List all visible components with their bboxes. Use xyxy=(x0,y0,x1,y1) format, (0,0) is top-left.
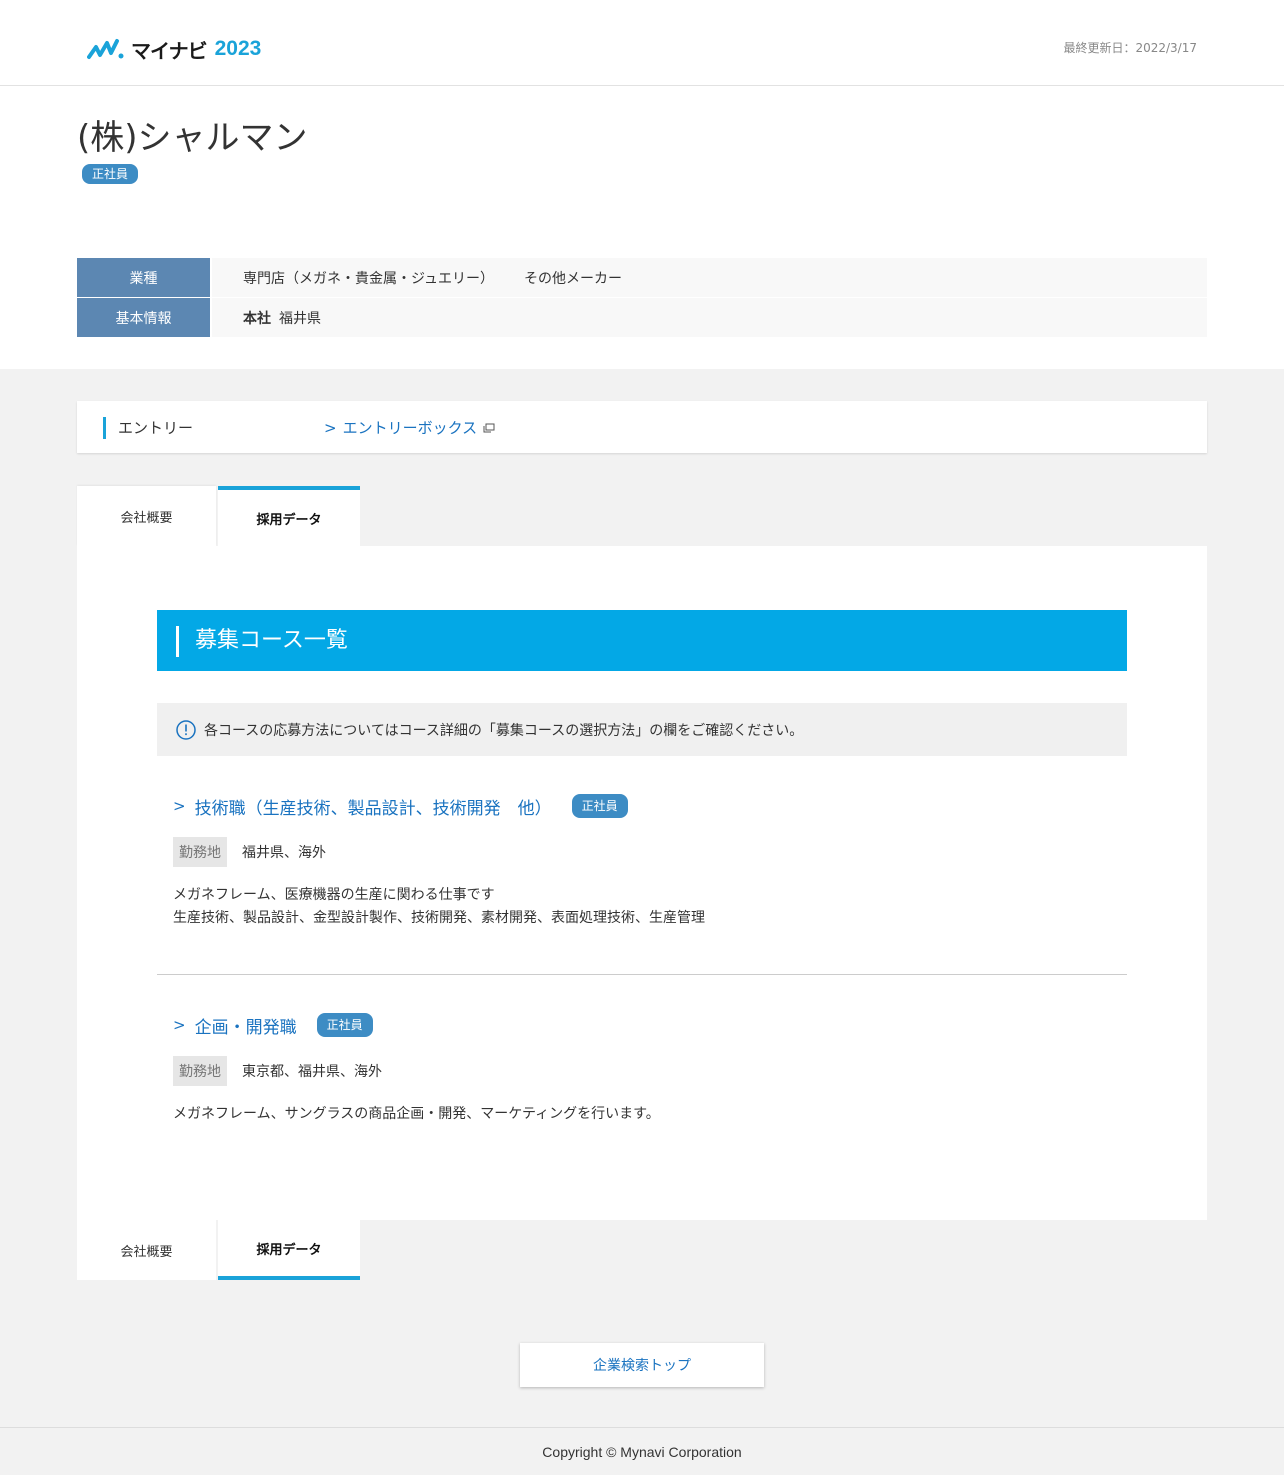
info-value: 本社 福井県 xyxy=(212,298,1207,337)
footer-copyright: Copyright © Mynavi Corporation xyxy=(0,1427,1284,1475)
employment-badge: 正社員 xyxy=(82,164,139,184)
hq-value: 福井県 xyxy=(279,310,321,327)
company-search-top-button[interactable]: 企業検索トップ xyxy=(520,1343,764,1387)
notice-text: 各コースの応募方法についてはコース詳細の「募集コースの選択方法」の欄をご確認くだ… xyxy=(204,722,804,739)
hq-label: 本社 xyxy=(243,310,271,327)
entry-box-link[interactable]: > エントリーボックス xyxy=(324,417,495,439)
tab-recruit-data[interactable]: 採用データ xyxy=(218,1220,360,1280)
section-heading: 募集コース一覧 xyxy=(157,610,1127,671)
course-item: > 企画・開発職 正社員 勤務地 東京都、福井県、海外 メガネフレーム、サングラ… xyxy=(173,1012,1113,1126)
location-label: 勤務地 xyxy=(173,837,227,867)
tab-company-overview[interactable]: 会社概要 xyxy=(77,1220,216,1280)
location-value: 東京都、福井県、海外 xyxy=(242,1064,382,1080)
mynavi-logo-icon xyxy=(87,39,124,59)
info-value: 専門店（メガネ・貴金属・ジュエリー） その他メーカー xyxy=(212,258,1207,297)
industry-value: 専門店（メガネ・貴金属・ジュエリー） xyxy=(243,270,495,287)
chevron-right-icon: > xyxy=(173,797,186,815)
logo-text: マイナビ xyxy=(131,38,208,63)
company-name: (株)シャルマン xyxy=(77,118,308,158)
info-row-basic: 基本情報 本社 福井県 xyxy=(77,298,1207,337)
tab-company-overview[interactable]: 会社概要 xyxy=(77,486,216,546)
industry-value: その他メーカー xyxy=(524,270,623,287)
tab-bar-top: 会社概要 採用データ xyxy=(77,486,367,546)
course-item: > 技術職（生産技術、製品設計、技術開発 他） 正社員 勤務地 福井県、海外 メ… xyxy=(173,793,1113,930)
description-line: 生産技術、製品設計、金型設計製作、技術開発、素材開発、表面処理技術、生産管理 xyxy=(173,910,705,926)
info-label: 基本情報 xyxy=(77,298,210,337)
course-title: 技術職（生産技術、製品設計、技術開発 他） xyxy=(194,798,552,819)
location-label: 勤務地 xyxy=(173,1056,227,1086)
course-location: 勤務地 東京都、福井県、海外 xyxy=(173,1056,1113,1086)
info-row-industry: 業種 専門店（メガネ・貴金属・ジュエリー） その他メーカー xyxy=(77,258,1207,297)
location-value: 福井県、海外 xyxy=(242,845,326,861)
course-description: メガネフレーム、サングラスの商品企画・開発、マーケティングを行います。 xyxy=(173,1103,1113,1126)
course-divider xyxy=(157,974,1127,975)
heading-bar xyxy=(176,626,179,657)
course-description: メガネフレーム、医療機器の生産に関わる仕事です 生産技術、製品設計、金型設計製作… xyxy=(173,884,1113,930)
chevron-right-icon: > xyxy=(173,1016,186,1034)
tab-bar-bottom: 会社概要 採用データ xyxy=(77,1220,367,1280)
site-header: マイナビ 2023 最終更新日：2022/3/17 xyxy=(0,0,1284,86)
description-line: メガネフレーム、医療機器の生産に関わる仕事です xyxy=(173,887,495,903)
tab-recruit-data[interactable]: 採用データ xyxy=(218,486,360,546)
chevron-right-icon: > xyxy=(324,419,337,437)
info-label: 業種 xyxy=(77,258,210,297)
course-title-link[interactable]: > 技術職（生産技術、製品設計、技術開発 他） 正社員 xyxy=(173,793,1113,819)
course-title: 企画・開発職 xyxy=(194,1017,297,1038)
section-title: 募集コース一覧 xyxy=(195,628,348,653)
notice-box: 各コースの応募方法についてはコース詳細の「募集コースの選択方法」の欄をご確認くだ… xyxy=(157,703,1127,756)
company-info-table: 業種 専門店（メガネ・貴金属・ジュエリー） その他メーカー 基本情報 本社 福井… xyxy=(77,258,1207,338)
mynavi-logo[interactable]: マイナビ 2023 xyxy=(87,36,262,63)
company-section: (株)シャルマン 正社員 業種 専門店（メガネ・貴金属・ジュエリー） その他メー… xyxy=(0,86,1284,369)
recruit-panel: 募集コース一覧 各コースの応募方法についてはコース詳細の「募集コースの選択方法」… xyxy=(77,546,1207,1220)
info-circle-icon xyxy=(176,719,196,740)
employment-badge: 正社員 xyxy=(316,1013,373,1037)
entry-link-label: エントリーボックス xyxy=(342,419,478,437)
description-line: メガネフレーム、サングラスの商品企画・開発、マーケティングを行います。 xyxy=(173,1106,660,1122)
course-location: 勤務地 福井県、海外 xyxy=(173,837,1113,867)
employment-badge: 正社員 xyxy=(571,794,628,818)
course-title-link[interactable]: > 企画・開発職 正社員 xyxy=(173,1012,1113,1038)
entry-label: エントリー xyxy=(103,417,193,439)
last-updated: 最終更新日：2022/3/17 xyxy=(1063,41,1197,55)
entry-box: エントリー > エントリーボックス xyxy=(77,401,1207,453)
logo-year: 2023 xyxy=(214,37,262,60)
external-window-icon xyxy=(483,423,495,432)
